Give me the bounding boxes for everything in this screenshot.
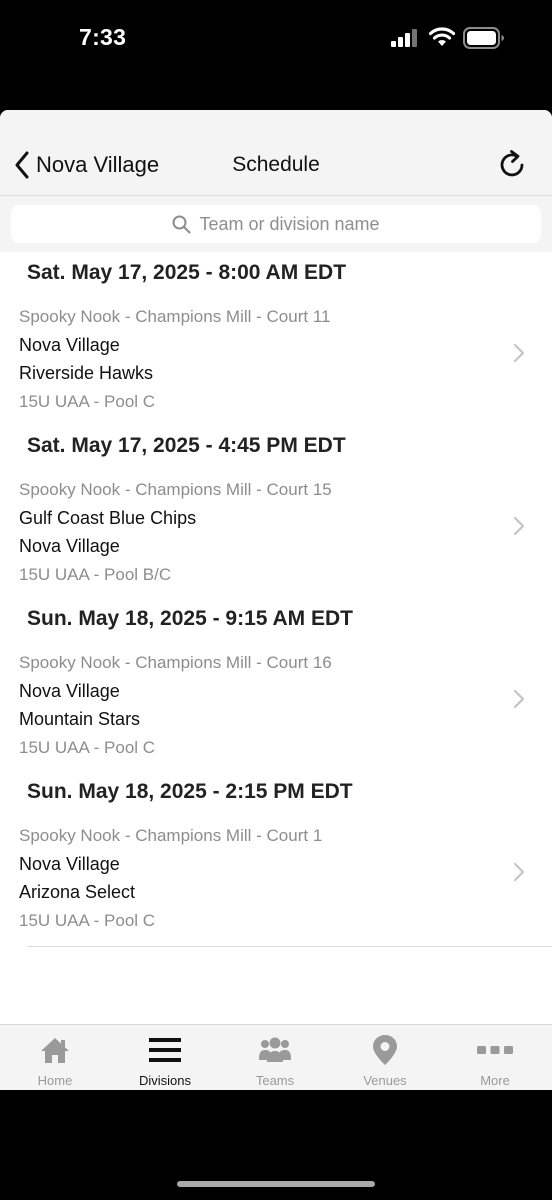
game-division: 15U UAA - Pool B/C (19, 565, 172, 584)
menu-icon (149, 1038, 181, 1062)
status-bar: 7:33 (0, 0, 552, 110)
search-icon (172, 215, 191, 233)
search-bar-container: Team or division name (0, 196, 552, 252)
game-venue: Spooky Nook - Champions Mill - Court 15 (19, 480, 332, 499)
game-division: 15U UAA - Pool C (19, 911, 156, 930)
date-header: Sun. May 18, 2025 - 2:15 PM EDT (27, 780, 353, 803)
tab-teams[interactable]: Teams (220, 1025, 330, 1090)
chevron-right-icon (513, 689, 525, 709)
game-team-2: Arizona Select (19, 882, 136, 902)
game-team-2: Nova Village (19, 536, 120, 556)
game-venue: Spooky Nook - Champions Mill - Court 1 (19, 826, 323, 845)
search-input[interactable]: Team or division name (11, 205, 541, 243)
tab-label: Divisions (138, 1073, 191, 1088)
refresh-icon[interactable] (497, 149, 529, 181)
search-placeholder: Team or division name (199, 213, 380, 234)
chevron-right-icon (513, 343, 525, 363)
game-venue: Spooky Nook - Champions Mill - Court 16 (19, 653, 332, 672)
game-division: 15U UAA - Pool C (19, 738, 156, 757)
chevron-right-icon (513, 862, 525, 882)
game-row[interactable]: Spooky Nook - Champions Mill - Court 11 … (0, 307, 552, 425)
game-team-1: Nova Village (19, 854, 120, 874)
tab-label: More (480, 1073, 510, 1088)
people-icon (259, 1037, 291, 1062)
status-time: 7:33 (79, 24, 127, 50)
cellular-signal-icon (391, 29, 417, 47)
chevron-right-icon (513, 516, 525, 536)
navigation-bar: Nova Village Schedule (0, 110, 552, 196)
tab-label: Teams (255, 1073, 295, 1088)
tab-home[interactable]: Home (0, 1025, 110, 1090)
game-team-2: Mountain Stars (19, 709, 141, 729)
wifi-icon (428, 27, 456, 46)
game-row[interactable]: Spooky Nook - Champions Mill - Court 16 … (0, 653, 552, 771)
more-dots-icon (477, 1046, 513, 1054)
game-team-1: Gulf Coast Blue Chips (19, 508, 197, 528)
tab-label: Venues (363, 1073, 407, 1088)
app-screen: Nova Village Schedule Team or division n… (0, 110, 552, 1090)
game-division: 15U UAA - Pool C (19, 392, 156, 411)
tab-bar: Home Divisions Teams Venues More (0, 1024, 552, 1090)
tab-venues[interactable]: Venues (330, 1025, 440, 1090)
date-header: Sun. May 18, 2025 - 9:15 AM EDT (27, 607, 354, 630)
game-row[interactable]: Spooky Nook - Champions Mill - Court 15 … (0, 480, 552, 598)
game-row[interactable]: Spooky Nook - Champions Mill - Court 1 N… (0, 826, 552, 944)
game-team-1: Nova Village (19, 681, 120, 701)
tab-more[interactable]: More (440, 1025, 550, 1090)
game-team-2: Riverside Hawks (19, 363, 154, 383)
home-icon (41, 1038, 69, 1063)
location-pin-icon (373, 1035, 397, 1065)
game-venue: Spooky Nook - Champions Mill - Court 11 (19, 307, 331, 326)
tab-divisions[interactable]: Divisions (110, 1025, 220, 1090)
game-team-1: Nova Village (19, 335, 120, 355)
list-divider (27, 946, 552, 947)
date-header: Sat. May 17, 2025 - 4:45 PM EDT (27, 434, 346, 457)
page-title: Schedule (232, 153, 320, 176)
home-indicator[interactable] (177, 1181, 375, 1187)
date-header: Sat. May 17, 2025 - 8:00 AM EDT (27, 261, 347, 284)
battery-icon (463, 27, 504, 49)
tab-label: Home (37, 1073, 73, 1088)
